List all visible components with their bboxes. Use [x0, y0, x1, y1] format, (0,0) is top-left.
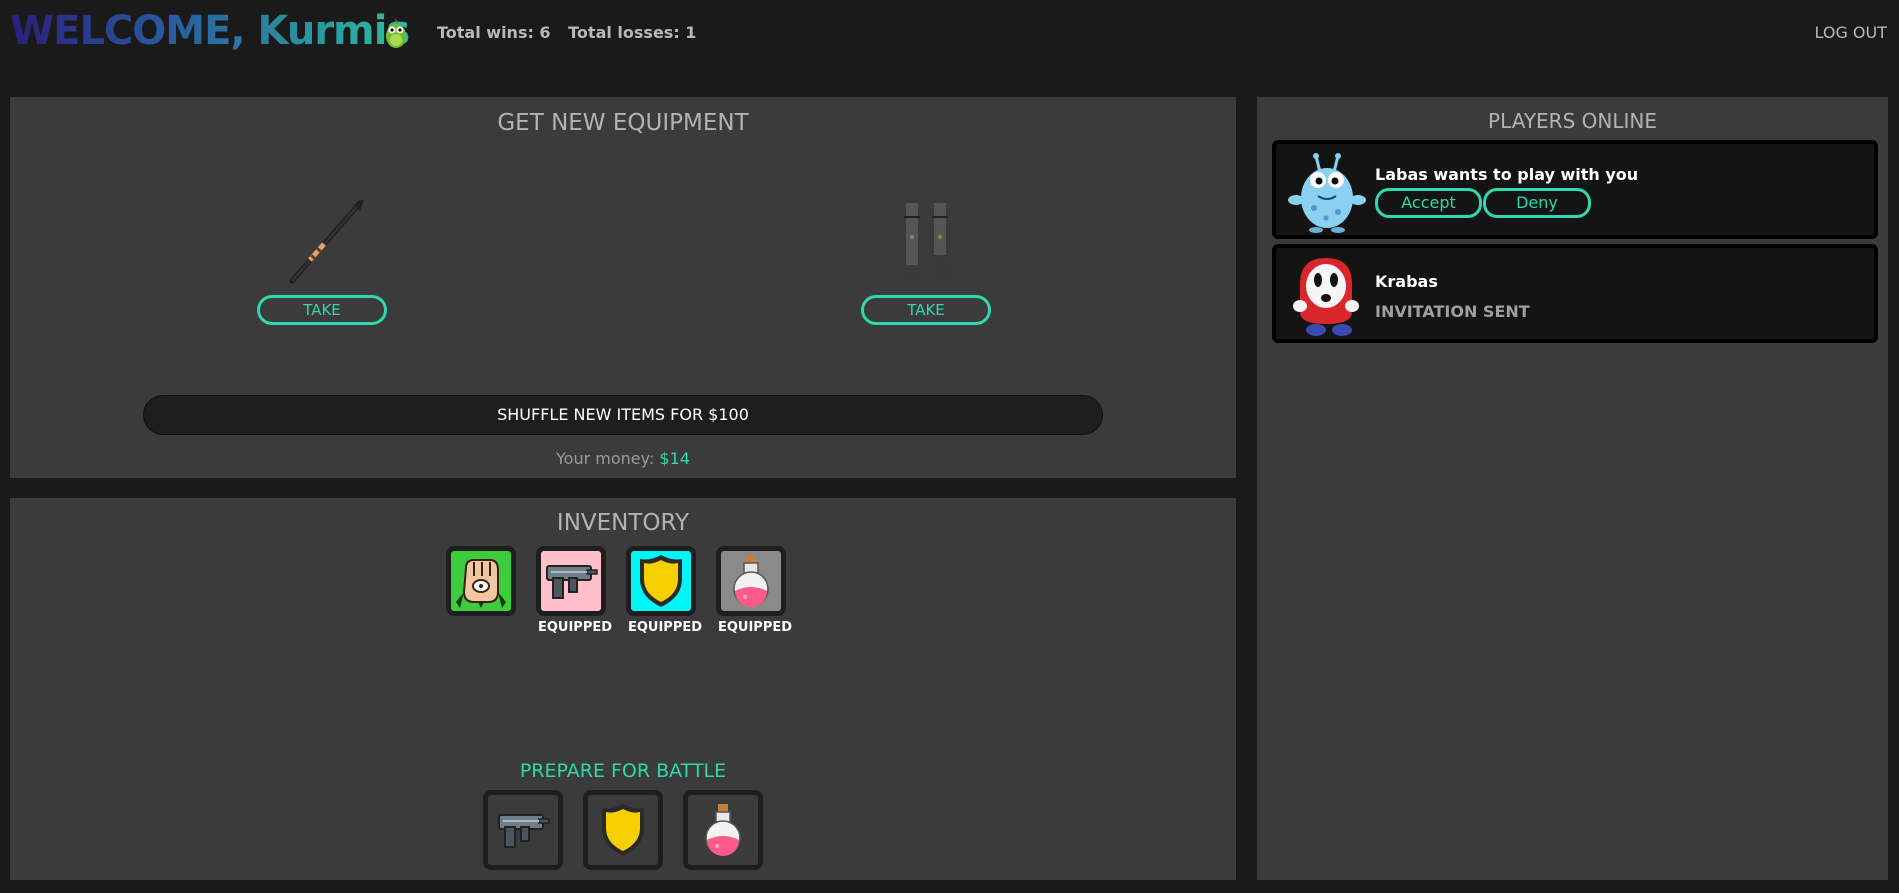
battle-slot-shield[interactable]: [583, 790, 663, 870]
shield-icon: [602, 804, 644, 856]
fist-icon: [456, 559, 506, 608]
inventory-status: EQUIPPED: [717, 620, 793, 635]
invitation-status: INVITATION SENT: [1375, 302, 1530, 321]
players-title: PLAYERS ONLINE: [1488, 109, 1657, 133]
take-spear-button[interactable]: TAKE: [257, 295, 387, 325]
total-wins: Total wins: 6: [437, 23, 551, 42]
battle-slot-gun[interactable]: [483, 790, 563, 870]
inventory-slot-gun[interactable]: [536, 546, 606, 616]
inventory-status: EQUIPPED: [627, 620, 703, 635]
inventory-status: EQUIPPED: [537, 620, 613, 635]
user-avatar-icon: [386, 18, 406, 48]
inventory-item: [446, 546, 524, 636]
prepare-battle-title: PREPARE FOR BATTLE: [519, 760, 727, 782]
battle-slot-potion[interactable]: [683, 790, 763, 870]
money-value: $14: [659, 449, 690, 468]
inventory-item: EQUIPPED: [626, 546, 704, 636]
accept-button[interactable]: Accept: [1375, 188, 1482, 218]
offer-boots: TAKE: [861, 197, 991, 325]
gun-icon: [546, 565, 598, 599]
offer-spear: TAKE: [257, 197, 387, 325]
header: WELCOME, Kurmis Total wins: 6 Total loss…: [0, 0, 1899, 66]
shield-icon: [640, 555, 682, 607]
inventory-item: EQUIPPED: [716, 546, 794, 636]
inventory-panel: INVENTORY EQUIPPED EQUIPPED EQUIPPED PRE…: [10, 498, 1236, 880]
gun-icon: [498, 814, 550, 848]
inventory-status: [446, 620, 524, 636]
shuffle-button[interactable]: SHUFFLE NEW ITEMS FOR $100: [143, 395, 1103, 435]
spear-icon: [289, 199, 364, 284]
inventory-item: EQUIPPED: [536, 546, 614, 636]
logout-button[interactable]: LOG OUT: [1815, 23, 1888, 42]
player-card-labas: Labas wants to play with you Accept Deny: [1272, 140, 1878, 239]
shyguy-avatar-icon: [1293, 258, 1359, 336]
money-label: Your money:: [556, 449, 655, 468]
money-display: Your money: $14: [10, 449, 1236, 468]
player-invite-text: Labas wants to play with you: [1375, 165, 1639, 184]
welcome-title: WELCOME, Kurmis: [10, 8, 410, 54]
players-panel: PLAYERS ONLINE Labas wants to play with …: [1257, 97, 1888, 880]
equipment-panel: GET NEW EQUIPMENT TAKE TAKE SHUFFLE NEW …: [10, 97, 1236, 478]
potion-icon: [733, 555, 769, 607]
inventory-slot-potion[interactable]: [716, 546, 786, 616]
potion-icon: [705, 804, 741, 856]
monster-avatar-icon: [1288, 153, 1366, 233]
take-boots-button[interactable]: TAKE: [861, 295, 991, 325]
deny-button[interactable]: Deny: [1483, 188, 1591, 218]
total-losses: Total losses: 1: [568, 23, 697, 42]
inventory-slot-shield[interactable]: [626, 546, 696, 616]
player-name: Krabas: [1375, 272, 1438, 291]
boots-icon: [902, 199, 956, 281]
inventory-title: INVENTORY: [556, 510, 690, 536]
player-card-krabas: Krabas INVITATION SENT: [1272, 244, 1878, 343]
player-stats: Total wins: 6 Total losses: 1: [437, 23, 708, 42]
inventory-slot-fist[interactable]: [446, 546, 516, 616]
inventory-items: EQUIPPED EQUIPPED EQUIPPED: [446, 546, 794, 636]
equipment-title: GET NEW EQUIPMENT: [497, 110, 749, 136]
